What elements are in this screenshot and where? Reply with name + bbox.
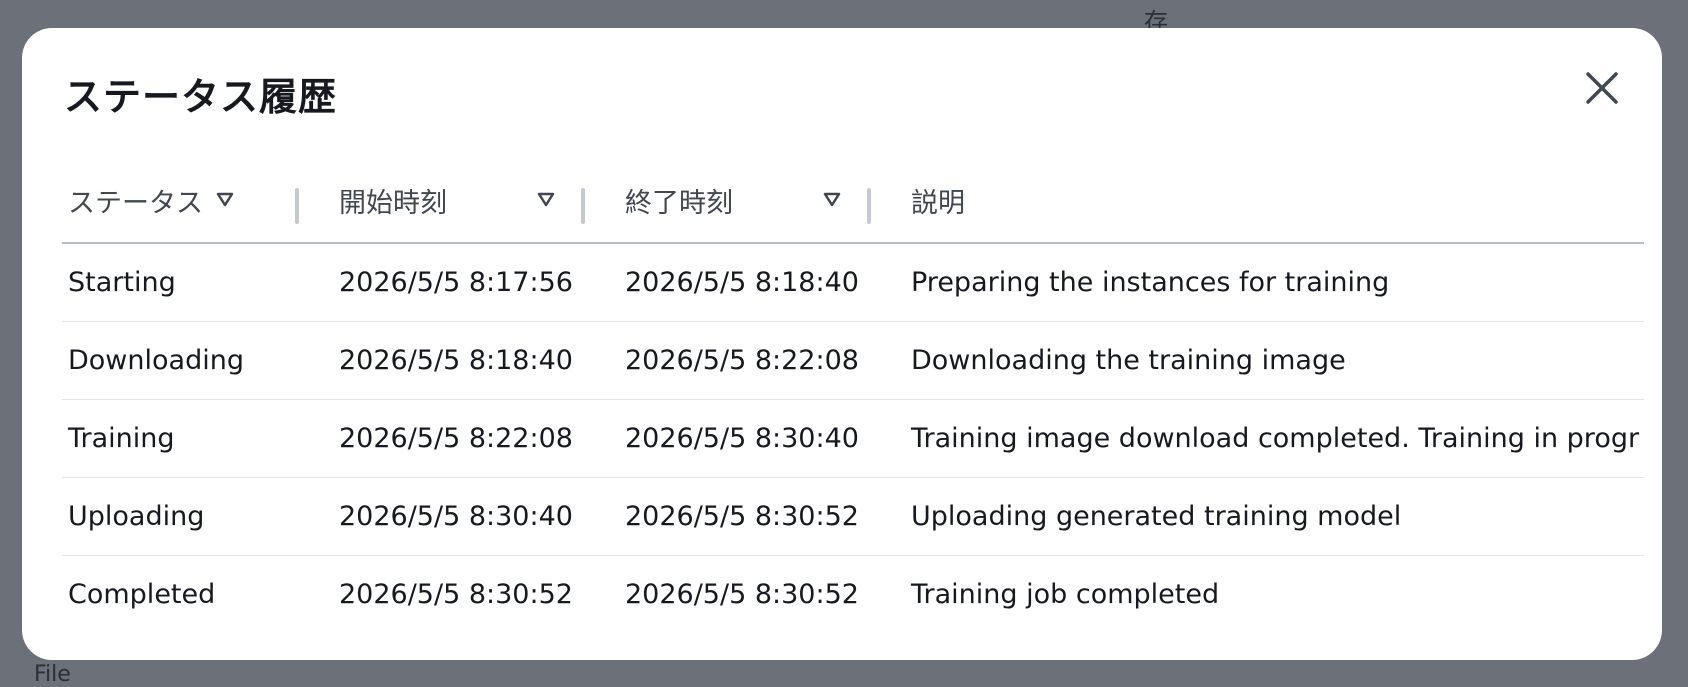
cell-description: Preparing the instances for training xyxy=(871,243,1644,322)
table-row: Downloading 2026/5/5 8:18:40 2026/5/5 8:… xyxy=(62,321,1644,400)
table-row: Starting 2026/5/5 8:17:56 2026/5/5 8:18:… xyxy=(62,243,1644,322)
column-header-description: 説明 xyxy=(871,158,1644,244)
column-header-label: ステータス xyxy=(68,187,203,219)
modal-title: ステータス履歴 xyxy=(64,75,338,119)
cell-start-time: 2026/5/5 8:30:52 xyxy=(339,579,573,610)
close-button[interactable] xyxy=(1574,60,1630,116)
cell-description: Training image download completed. Train… xyxy=(871,399,1644,478)
table-header-row: ステータス 開始時刻 終了時刻 説明 xyxy=(62,158,1644,244)
cell-status: Uploading xyxy=(62,477,299,556)
sort-triangle-icon[interactable] xyxy=(216,192,234,208)
column-header-status[interactable]: ステータス xyxy=(62,158,299,244)
cell-end-time: 2026/5/5 8:18:40 xyxy=(585,243,871,322)
cell-end-time: 2026/5/5 8:30:40 xyxy=(585,399,871,478)
cell-status: Training xyxy=(62,399,299,478)
cell-status: Completed xyxy=(68,579,216,610)
close-icon xyxy=(1586,72,1618,104)
cell-start-time: 2026/5/5 8:22:08 xyxy=(299,399,585,478)
sort-triangle-icon[interactable] xyxy=(537,192,555,208)
cell-description: Training job completed xyxy=(911,579,1220,610)
table-row: Completed 2026/5/5 8:30:52 2026/5/5 8:30… xyxy=(62,556,1644,634)
status-history-modal: ステータス履歴 ステータス 開始時刻 終了時刻 説明 Starting 2026… xyxy=(22,28,1662,660)
cell-status: Downloading xyxy=(62,321,299,400)
cell-start-time: 2026/5/5 8:30:40 xyxy=(299,477,585,556)
background-text-bottom: File xyxy=(34,662,71,687)
column-header-label: 開始時刻 xyxy=(339,187,447,219)
column-header-label: 説明 xyxy=(911,187,965,219)
cell-start-time: 2026/5/5 8:18:40 xyxy=(299,321,585,400)
status-history-table: ステータス 開始時刻 終了時刻 説明 Starting 2026/5/5 8:1… xyxy=(62,158,1644,633)
cell-description: Uploading generated training model xyxy=(871,477,1644,556)
table-row: Training 2026/5/5 8:22:08 2026/5/5 8:30:… xyxy=(62,399,1644,478)
cell-end-time: 2026/5/5 8:30:52 xyxy=(585,477,871,556)
table-row: Uploading 2026/5/5 8:30:40 2026/5/5 8:30… xyxy=(62,477,1644,556)
cell-status: Starting xyxy=(62,243,299,322)
cell-end-time: 2026/5/5 8:22:08 xyxy=(585,321,871,400)
column-header-label: 終了時刻 xyxy=(625,187,733,219)
column-header-start-time[interactable]: 開始時刻 xyxy=(299,158,585,244)
sort-triangle-icon[interactable] xyxy=(823,192,841,208)
cell-description: Downloading the training image xyxy=(871,321,1644,400)
cell-start-time: 2026/5/5 8:17:56 xyxy=(299,243,585,322)
column-header-end-time[interactable]: 終了時刻 xyxy=(585,158,871,244)
cell-end-time: 2026/5/5 8:30:52 xyxy=(625,579,859,610)
